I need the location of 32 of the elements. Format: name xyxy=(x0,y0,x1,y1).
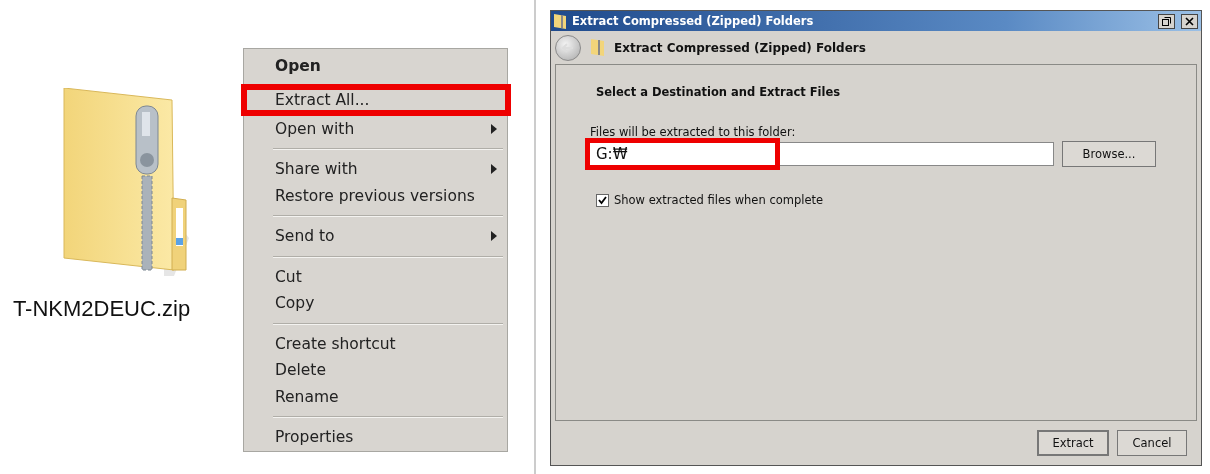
submenu-arrow-icon xyxy=(491,231,497,242)
submenu-arrow-icon xyxy=(491,164,497,175)
menu-item[interactable]: Share with xyxy=(244,156,507,183)
section-heading: Select a Destination and Extract Files xyxy=(596,85,842,99)
browse-button[interactable]: Browse... xyxy=(1062,141,1156,167)
menu-item[interactable]: Create shortcut xyxy=(244,330,507,357)
menu-item[interactable]: Open with xyxy=(244,115,507,142)
menu-item[interactable]: Delete xyxy=(244,357,507,384)
menu-item[interactable]: Cut xyxy=(244,263,507,290)
zip-folder-icon xyxy=(591,39,604,56)
menu-item[interactable]: Send to xyxy=(244,223,507,250)
checkbox[interactable] xyxy=(596,193,609,207)
window-title: Extract Compressed (Zipped) Folders xyxy=(572,14,815,28)
submenu-arrow-icon xyxy=(491,123,497,134)
header-title: Extract Compressed (Zipped) Folders xyxy=(614,40,866,55)
checkbox-label: Show extracted files when complete xyxy=(614,193,824,207)
menu-item[interactable]: Properties xyxy=(244,424,507,451)
menu-item[interactable]: Restore previous versions xyxy=(244,182,507,209)
dialog-button[interactable]: Cancel xyxy=(1117,430,1187,456)
zip-folder-icon xyxy=(554,13,566,29)
menu-item[interactable]: Extract All... xyxy=(241,83,511,116)
back-button[interactable] xyxy=(555,34,581,61)
close-icon xyxy=(1185,16,1194,26)
close-button[interactable] xyxy=(1181,13,1198,29)
file-name: T-NKM2DEUC.zip xyxy=(12,296,191,322)
menu-item[interactable]: Rename xyxy=(244,383,507,410)
menu-item[interactable]: Open xyxy=(244,53,507,80)
field-label: Files will be extracted to this folder: xyxy=(590,125,797,139)
restore-icon xyxy=(1162,16,1171,26)
dialog-button[interactable]: Extract xyxy=(1037,430,1109,456)
menu-item[interactable]: Copy xyxy=(244,290,507,317)
restore-button[interactable] xyxy=(1158,13,1175,29)
